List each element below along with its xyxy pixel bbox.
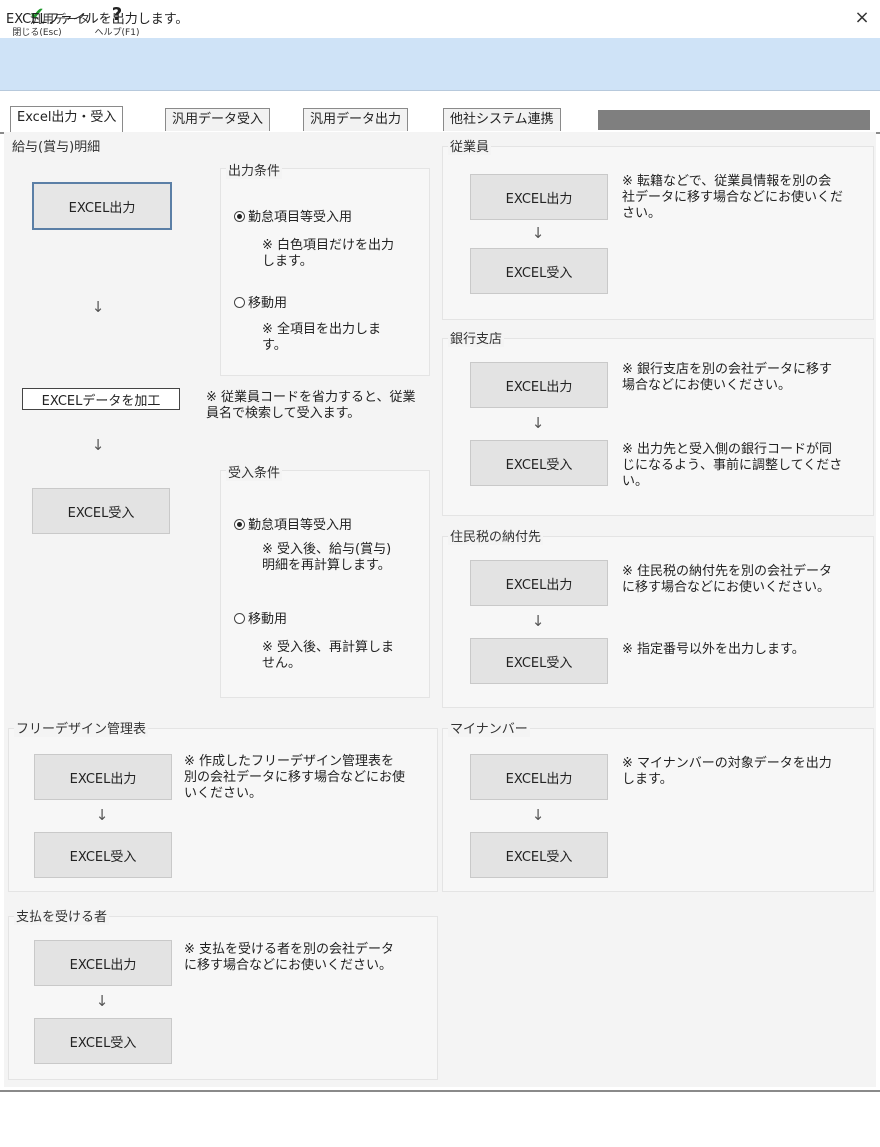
bank-note-1: ※ 銀行支店を別の会社データに移す場合などにお使いください。 xyxy=(622,362,833,393)
free-design-import-button[interactable]: EXCEL受入 xyxy=(34,832,172,878)
window-close-button[interactable]: × xyxy=(850,6,874,30)
my-number-import-button[interactable]: EXCEL受入 xyxy=(470,832,608,878)
my-number-export-button[interactable]: EXCEL出力 xyxy=(470,754,608,800)
bank-arrow: ↓ xyxy=(531,414,545,432)
input-radio-move[interactable]: 移動用 xyxy=(234,608,287,627)
input-opt2-note: ※ 受入後、再計算しません。 xyxy=(262,640,395,671)
payees-export-button[interactable]: EXCEL出力 xyxy=(34,940,172,986)
residence-tax-arrow: ↓ xyxy=(531,612,545,630)
tab-other-system[interactable]: 他社システム連携 xyxy=(443,108,561,131)
employees-import-button[interactable]: EXCEL受入 xyxy=(470,248,608,294)
radio-unselected-icon xyxy=(234,613,245,624)
bank-import-button[interactable]: EXCEL受入 xyxy=(470,440,608,486)
radio-selected-icon xyxy=(234,519,245,530)
status-bar xyxy=(0,1090,880,1147)
input-radio-attendance[interactable]: 勤怠項目等受入用 xyxy=(234,514,352,533)
radio-unselected-icon xyxy=(234,297,245,308)
output-radio-move-label: 移動用 xyxy=(248,296,288,311)
residence-tax-group-title: 住民税の納付先 xyxy=(448,526,544,545)
status-message: EXCELファイルを出力します。 xyxy=(6,12,189,27)
residence-tax-note-1: ※ 住民税の納付先を別の会社データに移す場合などにお使いください。 xyxy=(622,564,833,595)
employees-export-button[interactable]: EXCEL出力 xyxy=(470,174,608,220)
my-number-note: ※ マイナンバーの対象データを出力します。 xyxy=(622,756,832,787)
radio-selected-icon xyxy=(234,211,245,222)
input-condition-title: 受入条件 xyxy=(226,462,283,481)
close-esc-label: 閉じる(Esc) xyxy=(12,28,62,38)
kyuyo-code-note: ※ 従業員コードを省力すると、従業員名で検索して受入ます。 xyxy=(206,390,416,421)
tab-strip-filler xyxy=(598,110,870,130)
kyuyo-arrow-2: ↓ xyxy=(91,436,105,454)
input-opt1-note: ※ 受入後、給与(賞与)明細を再計算します。 xyxy=(262,542,392,573)
free-design-group-title: フリーデザイン管理表 xyxy=(14,718,149,737)
tab-generic-export[interactable]: 汎用データ出力 xyxy=(303,108,409,131)
bank-export-button[interactable]: EXCEL出力 xyxy=(470,362,608,408)
tab-generic-import[interactable]: 汎用データ受入 xyxy=(165,108,271,131)
residence-tax-note-2: ※ 指定番号以外を出力します。 xyxy=(622,642,805,657)
output-radio-move[interactable]: 移動用 xyxy=(234,292,287,311)
tab-excel-io[interactable]: Excel出力・受入 xyxy=(10,106,124,133)
output-radio-attendance[interactable]: 勤怠項目等受入用 xyxy=(234,206,352,225)
output-opt2-note: ※ 全項目を出力します。 xyxy=(262,322,382,353)
kyuyo-export-button[interactable]: EXCEL出力 xyxy=(32,182,172,230)
free-design-export-button[interactable]: EXCEL出力 xyxy=(34,754,172,800)
my-number-arrow: ↓ xyxy=(531,806,545,824)
kyuyo-group-title: 給与(賞与)明細 xyxy=(10,136,103,155)
payees-note: ※ 支払を受ける者を別の会社データに移す場合などにお使いください。 xyxy=(184,942,395,973)
kyuyo-edit-data-button[interactable]: EXCELデータを加工 xyxy=(22,388,180,410)
output-condition-title: 出力条件 xyxy=(226,160,283,179)
employees-arrow: ↓ xyxy=(531,224,545,242)
residence-tax-export-button[interactable]: EXCEL出力 xyxy=(470,560,608,606)
free-design-arrow: ↓ xyxy=(95,806,109,824)
payees-import-button[interactable]: EXCEL受入 xyxy=(34,1018,172,1064)
help-label: ヘルプ(F1) xyxy=(94,28,140,38)
bank-note-2: ※ 出力先と受入側の銀行コードが同じになるよう、事前に調整してください。 xyxy=(622,442,843,489)
free-design-note: ※ 作成したフリーデザイン管理表を別の会社データに移す場合などにお使いください。 xyxy=(184,754,406,801)
kyuyo-import-button[interactable]: EXCEL受入 xyxy=(32,488,170,534)
employees-group-title: 従業員 xyxy=(448,136,492,155)
my-number-group-title: マイナンバー xyxy=(448,718,530,737)
payees-group-title: 支払を受ける者 xyxy=(14,906,110,925)
payees-arrow: ↓ xyxy=(95,992,109,1010)
residence-tax-import-button[interactable]: EXCEL受入 xyxy=(470,638,608,684)
output-opt1-note: ※ 白色項目だけを出力します。 xyxy=(262,238,395,269)
input-radio-move-label: 移動用 xyxy=(248,612,288,627)
employees-note: ※ 転籍などで、従業員情報を別の会社データに移す場合などにお使いください。 xyxy=(622,174,844,221)
output-radio-attendance-label: 勤怠項目等受入用 xyxy=(248,210,353,225)
kyuyo-arrow-1: ↓ xyxy=(91,298,105,316)
bank-group-title: 銀行支店 xyxy=(448,328,505,347)
input-radio-attendance-label: 勤怠項目等受入用 xyxy=(248,518,353,533)
